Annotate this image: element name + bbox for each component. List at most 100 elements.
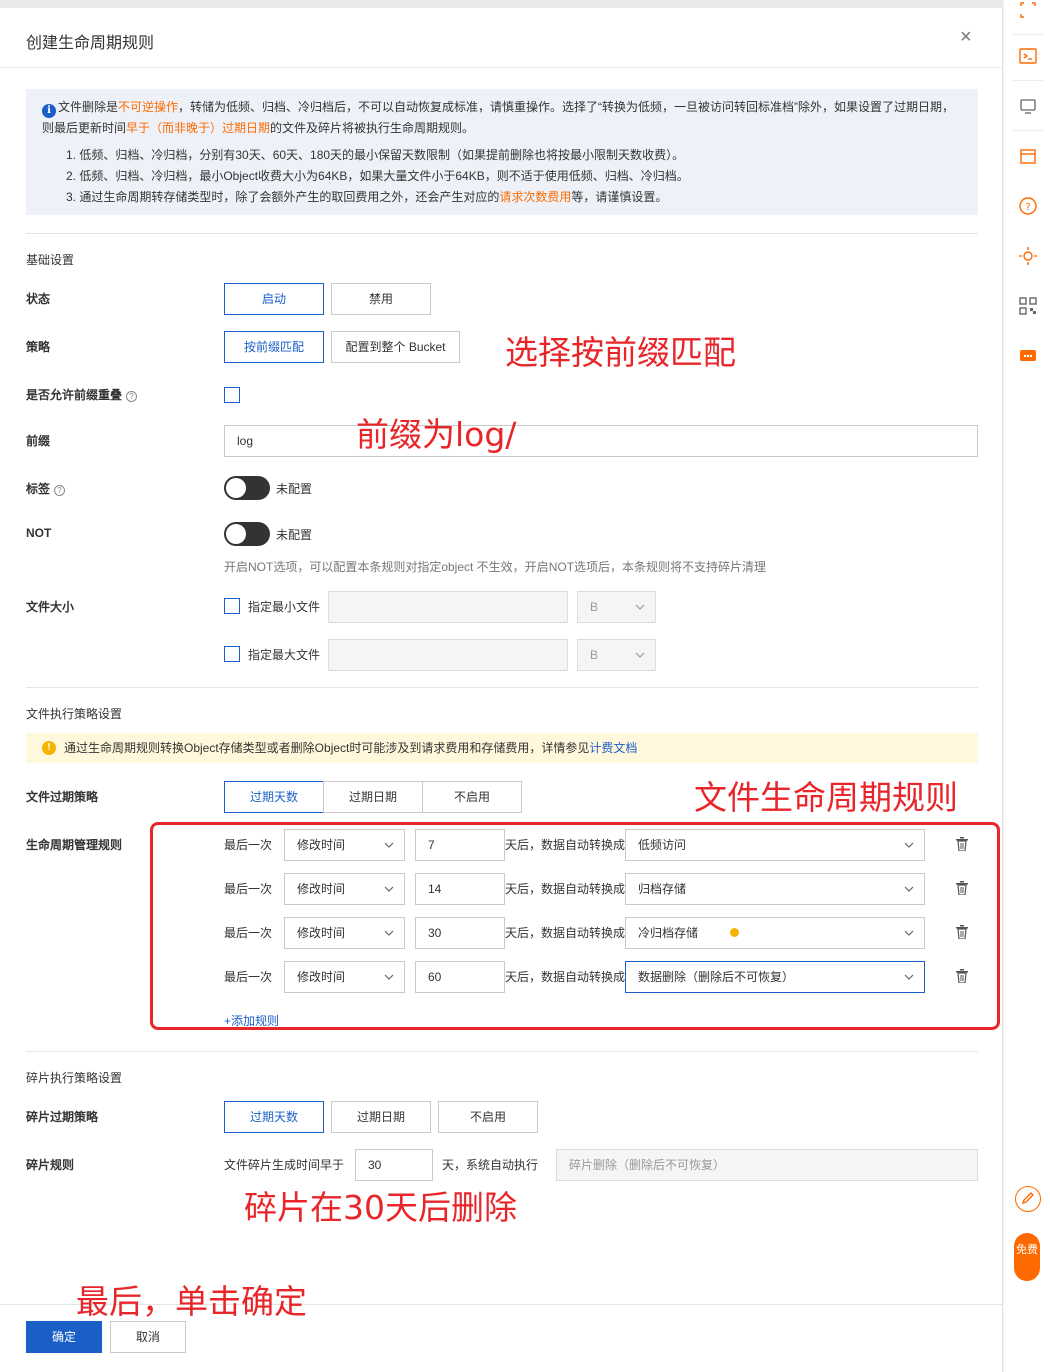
unit-value: B <box>590 600 599 614</box>
whole-bucket-button[interactable]: 配置到整个 Bucket <box>331 331 460 363</box>
not-hint: 开启NOT选项，可以配置本条规则对指定object 不生效，开启NOT选项后，本… <box>224 560 767 574</box>
notice-highlight: 不可逆操作 <box>118 100 179 114</box>
dialog-header: 创建生命周期规则 × <box>0 8 1003 68</box>
prefix-overlap-checkbox[interactable] <box>224 387 240 403</box>
fragment-rule-prefix: 文件碎片生成时间早于 <box>224 1158 345 1172</box>
close-icon[interactable]: × <box>960 27 972 47</box>
billing-doc-link[interactable]: 计费文档 <box>589 741 637 755</box>
expire-date-button[interactable]: 过期日期 <box>323 781 423 813</box>
prefix-match-button[interactable]: 按前缀匹配 <box>224 331 324 363</box>
not-label: NOT <box>26 526 52 540</box>
notice-item: 1. 低频、归档、冷归档，分别有30天、60天、180天的最小保留天数限制（如果… <box>66 148 685 162</box>
max-file-checkbox[interactable] <box>224 646 240 662</box>
sun-icon[interactable] <box>1018 246 1038 266</box>
notice-text: 则最后更新时间 <box>42 121 127 135</box>
notice-text: 3. 通过生命周期转存储类型时，除了会额外产生的取回费用之外，还会产生对应的 <box>66 190 500 204</box>
divider <box>1012 34 1044 35</box>
annotation-text: 选择按前缀匹配 <box>505 333 736 372</box>
max-file-label: 指定最大文件 <box>248 648 321 662</box>
annotation-text: 文件生命周期规则 <box>694 778 958 817</box>
max-unit-select: B <box>577 639 656 671</box>
expire-disable-button[interactable]: 不启用 <box>422 781 522 813</box>
annotation-text: 前缀为log/ <box>356 415 517 454</box>
divider <box>26 1051 978 1052</box>
terminal-icon[interactable] <box>1018 46 1038 66</box>
notice-list: 1. 低频、归档、冷归档，分别有30天、60天、180天的最小保留天数限制（如果… <box>42 145 962 208</box>
dialog-title: 创建生命周期规则 <box>26 35 155 52</box>
divider <box>1012 80 1044 81</box>
tag-state: 未配置 <box>276 482 313 496</box>
prefix-overlap-label: 是否允许前缀重叠? <box>26 386 138 403</box>
not-toggle[interactable] <box>224 522 270 546</box>
annotation-text: 碎片在30天后删除 <box>244 1188 517 1227</box>
tag-text: 标签 <box>26 482 51 496</box>
toggle-knob <box>226 478 246 498</box>
status-disable-button[interactable]: 禁用 <box>331 283 431 315</box>
prefix-label: 前缀 <box>26 434 51 448</box>
notice-text: 等，请谨慎设置。 <box>571 190 668 204</box>
monitor-icon[interactable] <box>1018 96 1038 116</box>
help-circle-icon[interactable]: ? <box>1018 196 1038 216</box>
cancel-button[interactable]: 取消 <box>110 1321 186 1353</box>
chevron-down-icon <box>635 604 645 610</box>
max-file-input <box>328 639 568 671</box>
request-fee-link[interactable]: 请求次数费用 <box>499 190 571 204</box>
tag-toggle[interactable] <box>224 476 270 500</box>
expire-strategy-label: 文件过期策略 <box>26 790 99 804</box>
confirm-button[interactable]: 确定 <box>26 1321 102 1353</box>
divider <box>26 233 978 234</box>
divider <box>26 687 978 688</box>
notice-item: 2. 低频、归档、冷归档，最小Object收费大小为64KB，如果大量文件小于6… <box>66 169 689 183</box>
fragment-rule-label: 碎片规则 <box>26 1158 75 1172</box>
fragment-expire-date-button[interactable]: 过期日期 <box>331 1101 431 1133</box>
min-unit-select: B <box>577 591 656 623</box>
chevron-down-icon <box>635 652 645 658</box>
notice-line: i 文件删除是不可逆操作，转储为低频、归档、冷归档后，不可以自动恢复成标准，请慎重… <box>42 97 962 118</box>
lifecycle-rules-label: 生命周期管理规则 <box>26 838 123 852</box>
help-icon[interactable]: ? <box>126 391 138 402</box>
min-file-checkbox[interactable] <box>224 598 240 614</box>
fragment-expire-days-button[interactable]: 过期天数 <box>224 1101 324 1133</box>
edit-icon[interactable] <box>1015 1186 1041 1212</box>
svg-text:?: ? <box>1025 202 1030 213</box>
pencil-icon <box>1021 1192 1034 1205</box>
fragment-expire-disable-button[interactable]: 不启用 <box>438 1101 538 1133</box>
shop-icon[interactable] <box>1018 146 1038 166</box>
prefix-overlap-text: 是否允许前缀重叠 <box>26 388 123 402</box>
basic-settings-title: 基础设置 <box>26 253 75 267</box>
fragment-expire-label: 碎片过期策略 <box>26 1110 99 1124</box>
notice-text: ，转储为低频、归档、冷归档后，不可以自动恢复成标准，请慎重操作。选择了“转换为低… <box>178 100 955 114</box>
fullscreen-icon[interactable] <box>1018 0 1038 20</box>
filesize-label: 文件大小 <box>26 600 75 614</box>
notice-highlight: 早于（而非晚于）过期日期 <box>126 121 271 135</box>
prefix-input[interactable]: log <box>224 425 978 457</box>
notice-text: 的文件及碎片将被执行生命周期规则。 <box>270 121 475 135</box>
fragment-action-field: 碎片删除（删除后不可恢复） <box>556 1149 978 1181</box>
expire-days-button[interactable]: 过期天数 <box>224 781 324 813</box>
exec-settings-title: 文件执行策略设置 <box>26 707 123 721</box>
notice-item: 3. 通过生命周期转存储类型时，除了会额外产生的取回费用之外，还会产生对应的请求… <box>66 187 962 208</box>
divider <box>1012 130 1044 131</box>
status-enable-button[interactable]: 启动 <box>224 283 324 315</box>
not-state: 未配置 <box>276 528 313 542</box>
chat-icon[interactable] <box>1018 346 1038 366</box>
qr-code-icon[interactable] <box>1018 296 1038 316</box>
status-label: 状态 <box>26 292 51 306</box>
warning-icon: ! <box>42 741 56 755</box>
highlight-box <box>150 822 1000 1030</box>
notice-text: 文件删除是 <box>58 100 119 114</box>
help-icon[interactable]: ? <box>54 485 66 496</box>
notice-box: i 文件删除是不可逆操作，转储为低频、归档、冷归档后，不可以自动恢复成标准，请慎重… <box>26 89 978 215</box>
info-icon: i <box>42 104 56 118</box>
min-file-input <box>328 591 568 623</box>
top-bar <box>0 0 1003 8</box>
tag-label: 标签? <box>26 480 66 497</box>
warning-banner: ! 通过生命周期规则转换Object存储类型或者删除Object时可能涉及到请求… <box>26 733 978 763</box>
toggle-knob <box>226 524 246 544</box>
min-file-label: 指定最小文件 <box>248 600 321 614</box>
free-trial-button[interactable]: 免费 <box>1014 1233 1040 1281</box>
warning-text: 通过生命周期规则转换Object存储类型或者删除Object时可能涉及到请求费用… <box>64 741 590 755</box>
unit-value: B <box>590 648 599 662</box>
fragment-settings-title: 碎片执行策略设置 <box>26 1071 123 1085</box>
fragment-days-input[interactable]: 30 <box>355 1149 433 1181</box>
